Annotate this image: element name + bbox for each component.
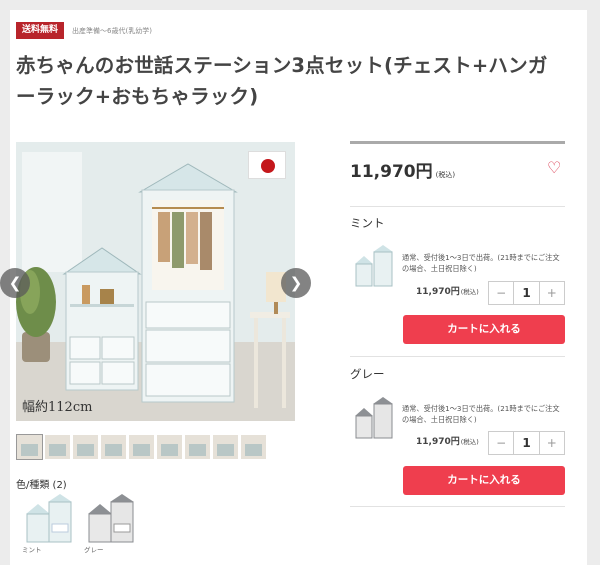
thumbnail-strip xyxy=(16,434,267,460)
thumbnail[interactable] xyxy=(16,434,43,460)
thumbnail[interactable] xyxy=(184,434,211,460)
quantity-value[interactable]: 1 xyxy=(513,432,540,454)
badge-row: 送料無料 出産準備〜6歳代(乳幼学) xyxy=(16,22,152,39)
age-note: 出産準備〜6歳代(乳幼学) xyxy=(72,26,152,35)
divider xyxy=(350,506,565,507)
thumbnail[interactable] xyxy=(44,434,71,460)
product-title: 赤ちゃんのお世話ステーション3点セット(チェスト+ハンガーラック+おもちゃラック… xyxy=(16,54,548,108)
chevron-right-icon[interactable]: ❯ xyxy=(281,268,311,298)
thumbnail[interactable] xyxy=(128,434,155,460)
mint-variant-image xyxy=(355,245,393,287)
quantity-value[interactable]: 1 xyxy=(513,282,540,304)
add-to-cart-button[interactable]: カートに入れる xyxy=(403,466,565,495)
gray-variant-image xyxy=(355,397,393,439)
unit-price-tax: (税込) xyxy=(460,438,479,446)
thumbnail[interactable] xyxy=(72,434,99,460)
main-product-image[interactable]: 幅約112cm xyxy=(16,142,295,421)
mint-product-thumbnail xyxy=(26,494,72,543)
divider xyxy=(350,356,565,357)
price: 11,970円 (税込) xyxy=(350,157,455,182)
variant-name-gray: グレー xyxy=(350,367,385,381)
price-amount: 11,970円 xyxy=(350,162,433,182)
variant-caption: グレー xyxy=(84,546,104,554)
plus-icon[interactable]: + xyxy=(540,432,564,454)
minus-icon[interactable]: − xyxy=(489,282,513,304)
unit-price-tax: (税込) xyxy=(460,288,479,296)
thumbnail[interactable] xyxy=(212,434,239,460)
japan-flag-icon xyxy=(248,151,286,179)
variants-heading: 色/種類 (2) xyxy=(16,480,67,491)
plus-icon[interactable]: + xyxy=(540,282,564,304)
unit-price-amount: 11,970円 xyxy=(416,287,460,297)
shipping-note: 通常、受付後1〜3日で出荷。(21時までにご注文の場合、土日祝日除く) xyxy=(402,253,560,273)
unit-price: 11,970円(税込) xyxy=(416,434,479,447)
free-shipping-badge: 送料無料 xyxy=(16,22,65,39)
heart-outline-icon[interactable]: ♡ xyxy=(547,158,561,177)
unit-price-amount: 11,970円 xyxy=(416,437,460,447)
chevron-left-icon[interactable]: ❮ xyxy=(0,268,30,298)
gray-product-thumbnail xyxy=(88,494,134,543)
quantity-stepper: − 1 + xyxy=(488,431,565,455)
minus-icon[interactable]: − xyxy=(489,432,513,454)
product-photo-illustration xyxy=(16,142,295,421)
shipping-note: 通常、受付後1〜3日で出荷。(21時までにご注文の場合、土日祝日除く) xyxy=(402,404,560,424)
thumbnail[interactable] xyxy=(156,434,183,460)
variant-caption: ミント xyxy=(22,546,42,554)
unit-price: 11,970円(税込) xyxy=(416,284,479,297)
thumbnail[interactable] xyxy=(240,434,267,460)
variant-tile-mint[interactable]: ミント xyxy=(22,492,80,554)
add-to-cart-button[interactable]: カートに入れる xyxy=(403,315,565,344)
variant-name-mint: ミント xyxy=(350,216,385,230)
divider xyxy=(350,206,565,207)
quantity-stepper: − 1 + xyxy=(488,281,565,305)
thumbnail[interactable] xyxy=(100,434,127,460)
price-box: 11,970円 (税込) ♡ xyxy=(350,141,565,182)
size-label: 幅約112cm xyxy=(22,400,93,415)
variant-tile-gray[interactable]: グレー xyxy=(84,492,142,554)
price-tax: (税込) xyxy=(435,171,456,179)
